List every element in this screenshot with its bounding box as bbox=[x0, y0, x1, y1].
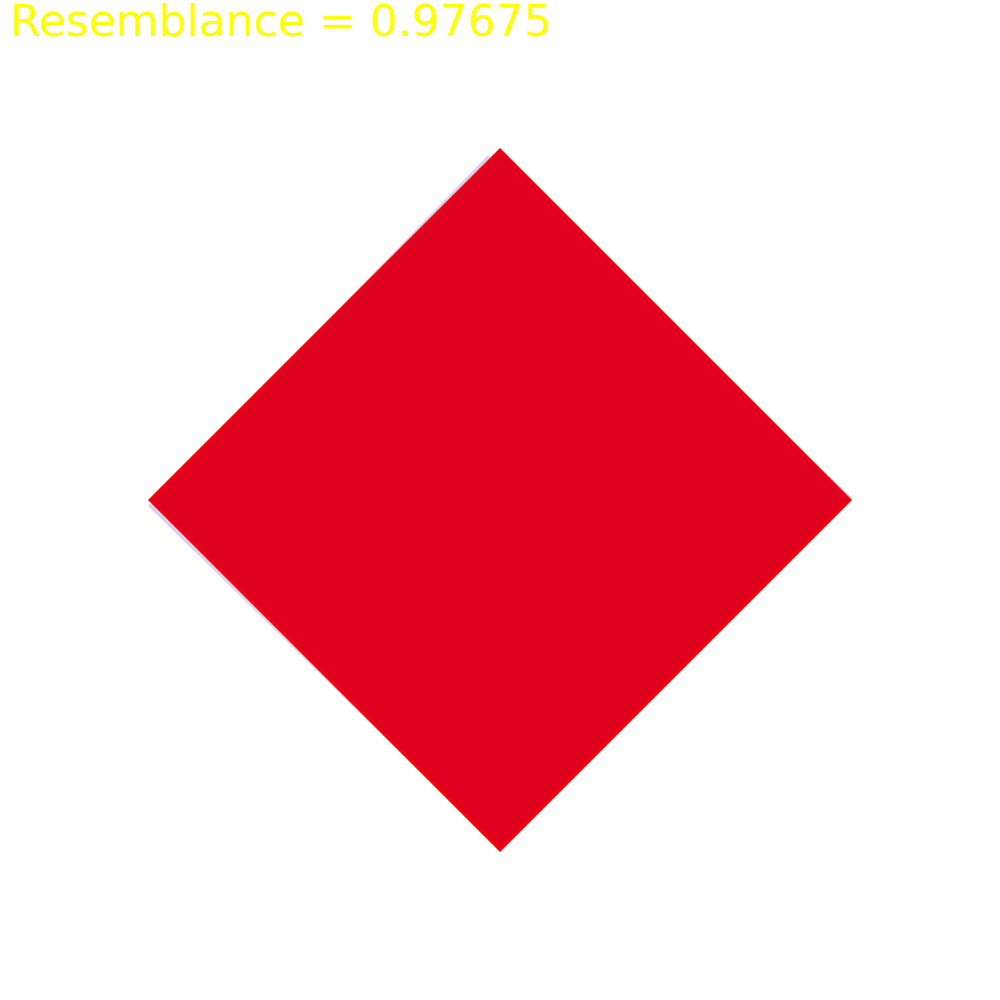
overlap-diamond-shape bbox=[151, 150, 849, 848]
comparison-canvas: Resemblance = 0.97675 bbox=[0, 0, 1000, 1000]
shape-overlay bbox=[148, 148, 852, 852]
